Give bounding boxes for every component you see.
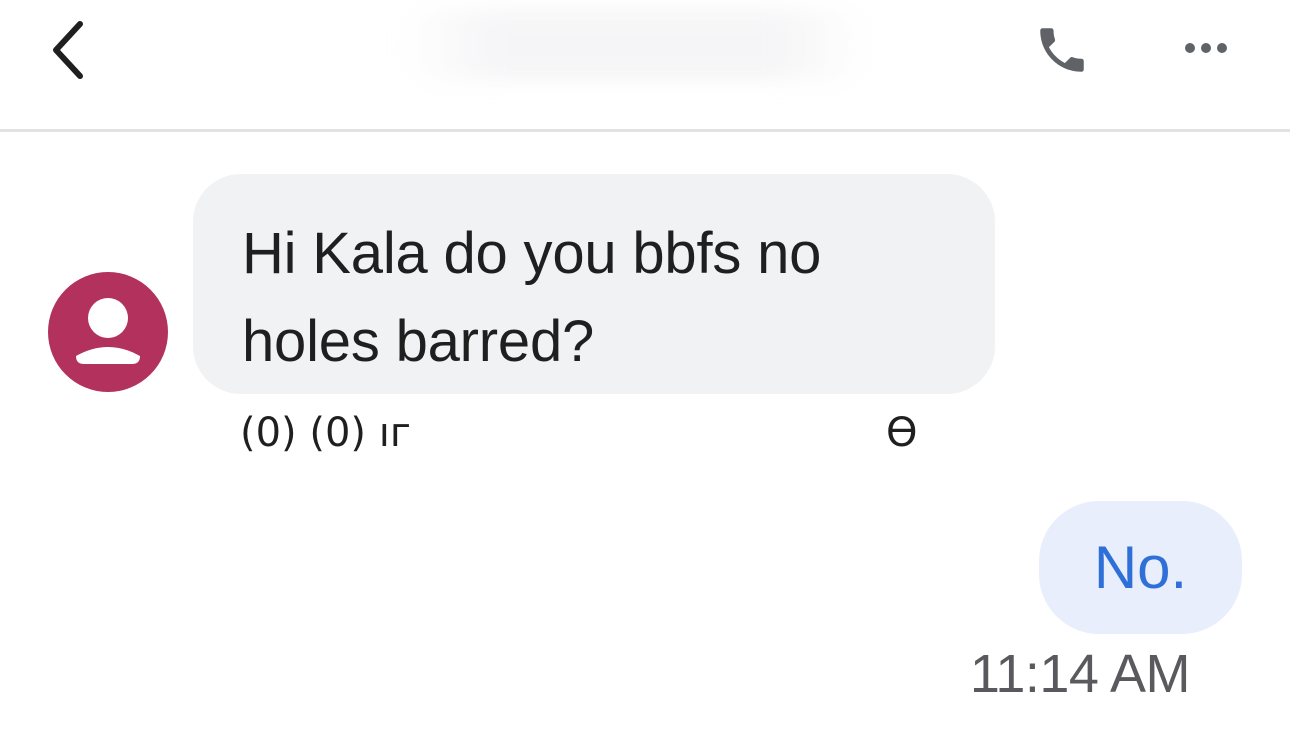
outgoing-message-bubble[interactable]: No. <box>1039 501 1242 634</box>
phone-icon <box>1040 28 1084 72</box>
call-button[interactable] <box>1030 18 1094 82</box>
chevron-left-icon <box>53 21 83 79</box>
person-icon <box>76 298 140 364</box>
message-meta-text: (0) (0) ıг <box>240 410 411 456</box>
message-meta-redacted: (0) (0) ıг Ө <box>240 405 940 461</box>
message-meta-tail: Ө <box>886 410 918 456</box>
redaction-smear <box>490 405 910 461</box>
incoming-message-bubble[interactable]: Hi Kala do you bbfs no holes barred? <box>193 174 995 394</box>
conversation-screen: Hi Kala do you bbfs no holes barred? (0)… <box>0 0 1290 746</box>
outgoing-message-text: No. <box>1093 534 1188 601</box>
back-button[interactable] <box>40 14 96 86</box>
more-options-button[interactable] <box>1174 28 1238 68</box>
contact-name-redacted <box>400 10 870 80</box>
conversation-header <box>0 0 1290 132</box>
more-horizontal-icon <box>1185 43 1195 53</box>
contact-avatar[interactable] <box>48 272 168 392</box>
message-timestamp: 11:14 AM <box>969 644 1191 704</box>
incoming-message-text: Hi Kala do you bbfs no holes barred? <box>242 221 822 374</box>
